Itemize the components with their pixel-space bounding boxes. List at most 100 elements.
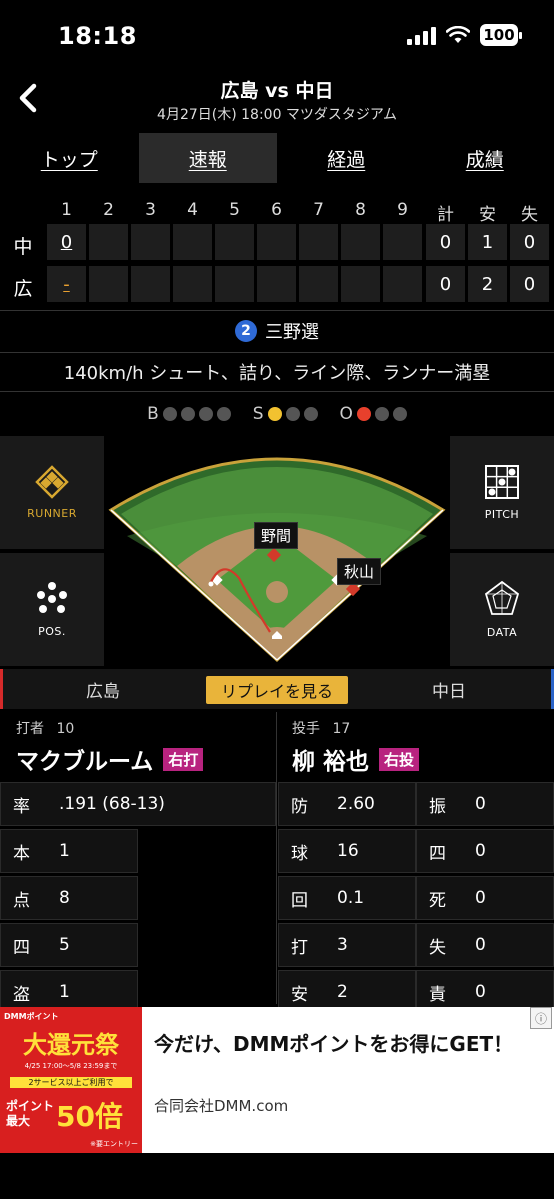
total-header-errors: 失	[521, 205, 538, 225]
total-header-hits: 安	[479, 205, 496, 225]
batter-stat-row: 四 5	[0, 923, 138, 967]
pitcher-stat-row: 失 0	[416, 923, 554, 967]
ad-brand: 合同会社DMM.com	[154, 1097, 289, 1115]
stat-key: 打	[291, 937, 308, 958]
pitcher-name-row: 柳 裕也 右投	[292, 742, 420, 776]
total-errors: 0	[510, 224, 549, 260]
ad-image-multiplier: 50倍	[56, 1100, 123, 1133]
inning-score	[173, 224, 212, 260]
position-icon	[37, 582, 67, 613]
batter-info: 打者 10 マクブルーム 右打	[16, 712, 204, 782]
scoreboard: 1 2 3 4 5 6 7 8 9 計 安 失 中 0 0 1 0 広 - 0 …	[0, 190, 554, 306]
pitcher-hand-badge: 右投	[379, 747, 420, 771]
inning-score	[215, 266, 254, 302]
stat-value: 2	[337, 982, 348, 1002]
stat-key: 防	[291, 796, 308, 817]
batter-name[interactable]: マクブルーム	[16, 742, 153, 776]
batter-hand-badge: 右打	[163, 747, 204, 771]
stat-key: 点	[13, 890, 30, 911]
inning-score	[341, 266, 380, 302]
batting-order-badge: 2	[235, 319, 257, 342]
matchup-divider	[276, 712, 277, 1004]
stat-value: 0	[475, 841, 486, 861]
inning-score	[215, 224, 254, 260]
fielder-label: 野間	[254, 522, 299, 549]
home-team-name: 広島	[86, 681, 120, 702]
stat-value: 1	[59, 841, 70, 861]
ad-image-badge: ポイント最大	[6, 1099, 55, 1128]
tab-stats[interactable]: 成績	[416, 133, 554, 183]
ad-image-note: 2サービス以上ご利用で	[10, 1077, 132, 1088]
batter-number: 10	[56, 721, 75, 737]
outs-label: O	[339, 404, 353, 424]
stat-key: 四	[429, 843, 446, 864]
stat-key: 安	[291, 984, 308, 1005]
pitcher-role-label: 投手	[292, 721, 320, 737]
ad-headline[interactable]: 今だけ、DMMポイントをお得にGET！	[154, 1029, 524, 1059]
tab-top[interactable]: トップ	[0, 133, 139, 183]
pitcher-stat-row: 防 2.60	[278, 782, 416, 826]
tab-progress[interactable]: 経過	[277, 133, 416, 183]
matchup: 打者 10 マクブルーム 右打 投手 17 柳 裕也 右投	[0, 712, 554, 782]
at-bat-text: 三野選	[265, 321, 319, 343]
at-bat-result: 2 三野選	[0, 310, 554, 350]
outs-group: O	[340, 404, 407, 424]
stat-value: 0	[475, 982, 486, 1002]
stat-key: 本	[13, 843, 30, 864]
radar-chart-icon	[484, 580, 520, 615]
balls-group: B	[147, 404, 231, 424]
inning-header: 4	[187, 200, 198, 220]
pitcher-stat-row: 回 0.1	[278, 876, 416, 920]
runner-button[interactable]: RUNNER	[0, 436, 104, 549]
ball-dot	[162, 407, 177, 421]
position-label: POS.	[38, 625, 66, 638]
batter-stat-row: 本 1	[0, 829, 138, 873]
stat-value: 0	[475, 888, 486, 908]
stat-value: 16	[337, 841, 359, 861]
ad-info-icon[interactable]: ⓘ	[530, 1007, 552, 1029]
stat-value: 1	[59, 982, 70, 1002]
total-hits: 2	[468, 266, 507, 302]
batter-stat-row: 点 8	[0, 876, 138, 920]
out-dot	[392, 407, 407, 421]
replay-button[interactable]: リプレイを見る	[206, 676, 348, 704]
inning-score	[173, 266, 212, 302]
inning-header: 8	[355, 200, 366, 220]
stat-value: 2.60	[337, 794, 375, 814]
inning-score	[89, 224, 128, 260]
wifi-icon	[446, 26, 470, 43]
ad-banner[interactable]: DMMポイント 大還元祭 4/25 17:00～5/8 23:59まで 2サービ…	[0, 1007, 554, 1153]
inning-score	[257, 266, 296, 302]
stat-value: 3	[337, 935, 348, 955]
inning-header: 7	[313, 200, 324, 220]
stat-key: 率	[13, 796, 30, 817]
position-button[interactable]: POS.	[0, 553, 104, 666]
inning-header: 6	[271, 200, 282, 220]
strike-dot	[285, 407, 300, 421]
inning-header: 5	[229, 200, 240, 220]
inning-score[interactable]: -	[47, 266, 86, 302]
home-color-strip	[0, 669, 3, 709]
stat-value: 5	[59, 935, 70, 955]
stat-key: 死	[429, 890, 446, 911]
batter-name-row: マクブルーム 右打	[16, 742, 204, 776]
team-bar: 広島 リプレイを見る 中日	[0, 669, 554, 709]
stat-key: 回	[291, 890, 308, 911]
stat-key: 振	[429, 796, 446, 817]
pitcher-stat-row: 振 0	[416, 782, 554, 826]
inning-score[interactable]: 0	[47, 224, 86, 260]
inning-score	[383, 266, 422, 302]
tab-live[interactable]: 速報	[138, 133, 277, 183]
strike-dot	[303, 407, 318, 421]
baseball-field	[108, 457, 446, 663]
data-button[interactable]: DATA	[450, 553, 554, 666]
stat-value: 0	[475, 935, 486, 955]
pitch-button[interactable]: PITCH	[450, 436, 554, 549]
pitcher-number: 17	[332, 721, 351, 737]
inning-score	[341, 224, 380, 260]
batter-role-label: 打者	[16, 721, 44, 737]
signal-icon	[407, 25, 436, 45]
pitcher-name[interactable]: 柳 裕也	[292, 742, 369, 776]
inning-score	[131, 224, 170, 260]
ad-image[interactable]: DMMポイント 大還元祭 4/25 17:00～5/8 23:59まで 2サービ…	[0, 1007, 142, 1153]
